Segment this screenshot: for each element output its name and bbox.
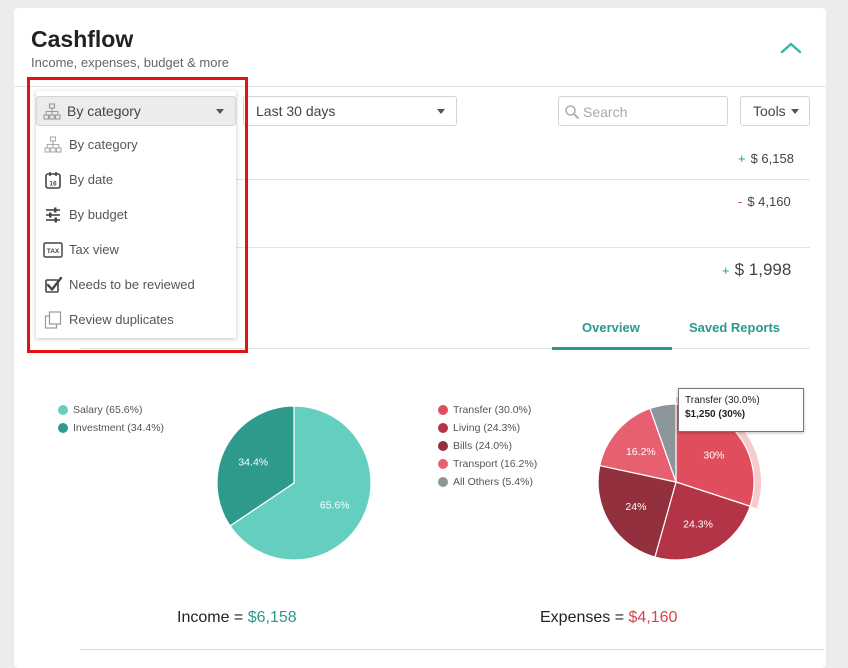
legend-label: Living (24.3%) <box>453 422 521 434</box>
income-total-value: $6,158 <box>247 609 297 626</box>
legend-dot <box>438 405 448 415</box>
tools-dropdown[interactable]: Tools <box>740 96 810 126</box>
income-pie-chart: 65.6% 34.4% <box>216 405 372 561</box>
view-dropdown-menu: By category By category 16 By date By bu… <box>36 91 236 338</box>
expense-total: Expenses = $4,160 <box>540 609 677 627</box>
cashflow-card: Cashflow Income, expenses, budget & more… <box>14 8 826 668</box>
legend-item: Investment (34.4%) <box>58 419 164 437</box>
legend-dot <box>58 423 68 433</box>
expense-sign: - <box>738 194 743 209</box>
net-sign: + <box>722 263 730 278</box>
legend-label: Bills (24.0%) <box>453 440 512 452</box>
chevron-down-icon <box>437 109 445 114</box>
menu-item-tax-view[interactable]: TAX Tax view <box>36 235 236 265</box>
legend-item: Transport (16.2%) <box>438 455 537 473</box>
menu-item-by-budget[interactable]: By budget <box>36 200 236 230</box>
income-total-label: Income = <box>177 609 244 626</box>
menu-item-review-duplicates[interactable]: Review duplicates <box>36 305 236 335</box>
legend-label: Investment (34.4%) <box>73 422 165 434</box>
menu-item-label: By category <box>69 137 138 152</box>
legend-item: Living (24.3%) <box>438 419 537 437</box>
row-divider <box>236 247 810 248</box>
menu-item-label: Needs to be reviewed <box>69 277 195 292</box>
search-icon <box>565 105 580 120</box>
menu-item-label: By budget <box>69 207 128 222</box>
net-value: $ 1,998 <box>734 260 792 279</box>
row-divider <box>236 179 810 180</box>
tooltip-value: $1,250 (30%) <box>685 409 746 420</box>
legend-label: All Others (5.4%) <box>453 476 533 488</box>
pie-slice-label: 30% <box>703 450 724 462</box>
checkbox-checked-icon <box>45 276 63 293</box>
chart-tooltip: Transfer (30.0%) $1,250 (30%) <box>678 388 804 432</box>
header-divider <box>14 86 826 87</box>
pie-slice-label: 65.6% <box>320 500 350 512</box>
svg-text:16: 16 <box>49 180 57 187</box>
pie-slice-label: 16.2% <box>626 446 656 458</box>
menu-item-by-category[interactable]: By category <box>36 130 236 160</box>
period-dropdown[interactable]: Last 30 days <box>243 96 457 126</box>
legend-dot <box>438 477 448 487</box>
menu-item-by-date[interactable]: 16 By date <box>36 165 236 195</box>
active-tab-indicator <box>552 347 672 350</box>
chevron-down-icon <box>216 109 224 114</box>
income-sign: + <box>738 151 746 166</box>
collapse-chevron-up-icon[interactable] <box>778 38 804 58</box>
legend-label: Transfer (30.0%) <box>453 404 532 416</box>
tooltip-title: Transfer (30.0%) <box>685 395 760 406</box>
svg-text:TAX: TAX <box>47 248 60 255</box>
legend-item: Bills (24.0%) <box>438 437 537 455</box>
legend-label: Transport (16.2%) <box>453 458 538 470</box>
menu-item-label: Tax view <box>69 242 119 257</box>
pie-slice-label: 34.4% <box>238 456 268 468</box>
sliders-icon <box>46 207 60 223</box>
income-amount: + $ 6,158 <box>738 151 794 166</box>
tab-overview[interactable]: Overview <box>582 320 640 335</box>
legend-label: Salary (65.6%) <box>73 404 143 416</box>
bottom-divider <box>80 649 824 650</box>
category-tree-icon <box>44 136 62 153</box>
menu-item-label: By date <box>69 172 114 187</box>
caret-down-icon <box>791 109 799 114</box>
menu-item-label: Review duplicates <box>69 312 174 327</box>
legend-item: Transfer (30.0%) <box>438 401 537 419</box>
pie-slice-label: 24.3% <box>683 518 713 530</box>
tab-saved-reports[interactable]: Saved Reports <box>689 320 780 335</box>
category-tree-icon <box>43 103 61 120</box>
tabs-divider <box>80 348 810 349</box>
page-title: Cashflow <box>31 26 134 52</box>
view-dropdown-label: By category <box>67 103 141 119</box>
search-input[interactable] <box>583 102 723 122</box>
income-total: Income = $6,158 <box>177 609 297 627</box>
legend-dot <box>438 423 448 433</box>
expense-total-label: Expenses = <box>540 609 625 626</box>
duplicate-icon <box>44 311 62 329</box>
income-legend: Salary (65.6%) Investment (34.4%) <box>58 401 164 437</box>
expense-total-value: $4,160 <box>628 609 678 626</box>
page-subtitle: Income, expenses, budget & more <box>31 55 230 70</box>
legend-dot <box>58 405 68 415</box>
net-amount: + $ 1,998 <box>722 260 791 280</box>
income-value: $ 6,158 <box>750 151 794 166</box>
legend-dot <box>438 441 448 451</box>
legend-item: Salary (65.6%) <box>58 401 164 419</box>
pie-slice-label: 24% <box>625 501 646 513</box>
expense-value: $ 4,160 <box>747 194 791 209</box>
expense-amount: - $ 4,160 <box>738 194 791 209</box>
menu-item-needs-review[interactable]: Needs to be reviewed <box>36 270 236 300</box>
tax-icon: TAX <box>43 242 63 258</box>
expense-legend: Transfer (30.0%) Living (24.3%) Bills (2… <box>438 401 537 491</box>
calendar-icon: 16 <box>45 172 61 189</box>
legend-dot <box>438 459 448 469</box>
period-dropdown-label: Last 30 days <box>256 103 336 119</box>
tools-label: Tools <box>753 103 786 119</box>
legend-item: All Others (5.4%) <box>438 473 537 491</box>
view-dropdown[interactable]: By category <box>36 96 236 126</box>
search-box[interactable] <box>558 96 728 126</box>
